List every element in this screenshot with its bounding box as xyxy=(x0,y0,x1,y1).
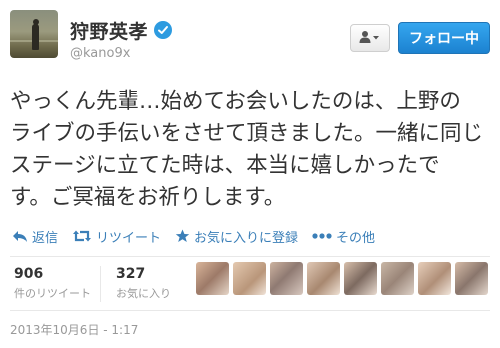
retweet-button[interactable]: リツイート xyxy=(72,227,161,246)
user-dropdown-icon xyxy=(359,29,381,48)
retweet-count-label: 件のリツイート xyxy=(14,287,91,300)
more-label: その他 xyxy=(336,230,376,246)
avatar-thumbnail[interactable] xyxy=(418,262,451,295)
retweet-icon xyxy=(73,230,92,242)
favorite-button[interactable]: お気に入りに登録 xyxy=(175,227,298,246)
follow-button[interactable]: フォロー中 xyxy=(398,22,490,54)
favorite-count: 327 xyxy=(116,266,146,282)
reply-button[interactable]: 返信 xyxy=(12,227,58,246)
user-handle[interactable]: @kano9x xyxy=(70,46,130,61)
user-menu-button[interactable] xyxy=(350,24,390,52)
avatar-figure-body xyxy=(32,24,39,50)
avatar[interactable] xyxy=(10,10,58,58)
tweet-line: やっくん先輩…始めてお会いしたのは、上野の xyxy=(10,89,461,114)
avatar-thumbnail[interactable] xyxy=(307,262,340,295)
avatar-thumbnail[interactable] xyxy=(455,262,488,295)
reply-label: 返信 xyxy=(32,230,59,246)
favorite-label: お気に入りに登録 xyxy=(194,230,299,246)
more-button[interactable]: その他 xyxy=(312,227,375,246)
divider xyxy=(10,310,490,311)
retweet-count: 906 xyxy=(14,266,44,282)
name-row: 狩野英孝 xyxy=(70,17,173,44)
favorite-count-label: お気に入り xyxy=(116,287,171,300)
star-icon xyxy=(175,229,190,242)
stat-divider xyxy=(100,266,101,302)
verified-badge-icon xyxy=(154,21,173,39)
more-dots-icon xyxy=(312,233,332,239)
tweet-line: ライブの手伝いをさせて頂きました。一緒に同じ xyxy=(10,121,484,146)
avatar-thumbnail[interactable] xyxy=(344,262,377,295)
retweet-stat[interactable]: 906 件のリツイート xyxy=(14,266,91,301)
tweet-text: やっくん先輩…始めてお会いしたのは、上野の ライブの手伝いをさせて頂きました。一… xyxy=(10,86,494,214)
tweet-line: ステージに立てた時は、本当に嬉しかったで xyxy=(10,153,440,178)
user-fullname[interactable]: 狩野英孝 xyxy=(70,17,148,44)
avatar-thumbnail[interactable] xyxy=(196,262,229,295)
avatar-thumbnail[interactable] xyxy=(270,262,303,295)
favoriter-avatars xyxy=(196,262,492,295)
tweet-line: す。ご冥福をお祈りします。 xyxy=(10,185,286,210)
reply-icon xyxy=(13,231,27,242)
retweet-label: リツイート xyxy=(96,230,162,246)
avatar-thumbnail[interactable] xyxy=(381,262,414,295)
divider xyxy=(10,256,490,257)
tweet-actions: 返信 リツイート お気に入りに登録 その他 xyxy=(12,224,389,248)
avatar-thumbnail[interactable] xyxy=(233,262,266,295)
tweet-timestamp[interactable]: 2013年10月6日 - 1:17 xyxy=(10,321,138,338)
favorite-stat[interactable]: 327 お気に入り xyxy=(116,266,171,301)
